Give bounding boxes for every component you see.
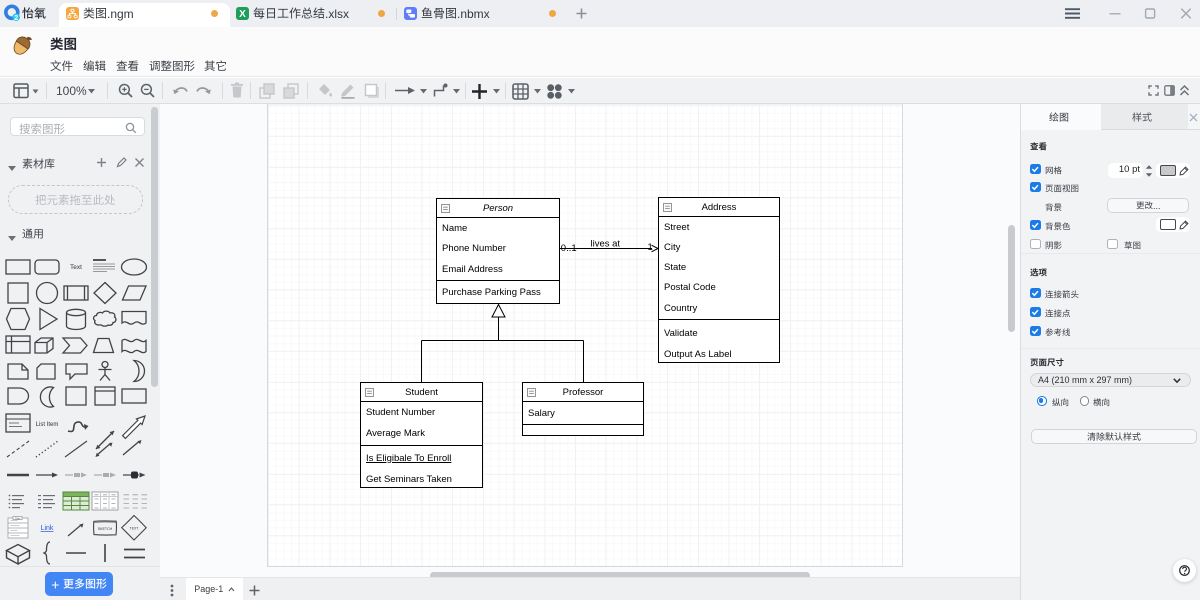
svg-text:Text: Text — [70, 264, 82, 271]
svg-text:X: X — [239, 9, 246, 20]
svg-text:SKETCH: SKETCH — [98, 527, 113, 531]
svg-text:1: 1 — [648, 242, 653, 253]
svg-text:Title: Title — [15, 516, 20, 520]
svg-text:List Item: List Item — [36, 422, 59, 428]
svg-text:2: 2 — [14, 13, 18, 22]
svg-text:0..1: 0..1 — [561, 243, 577, 254]
svg-text:lives at: lives at — [591, 239, 621, 250]
svg-text:TEXT: TEXT — [130, 527, 139, 531]
svg-text:Link: Link — [41, 525, 54, 532]
